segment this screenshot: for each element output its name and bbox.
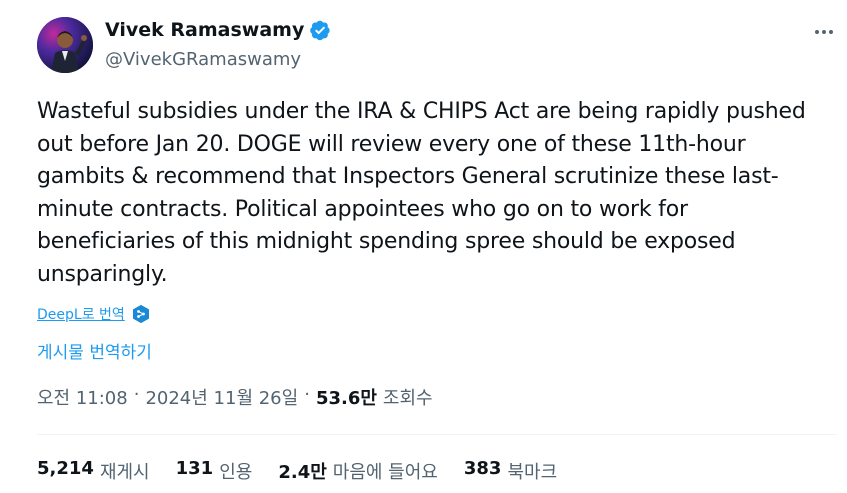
likes-stat[interactable]: 2.4만 마음에 들어요 [278,458,438,484]
retweets-stat[interactable]: 5,214 재게시 [37,458,150,484]
author-handle[interactable]: @VivekGRamaswamy [105,49,301,70]
bookmarks-stat[interactable]: 383 북마크 [464,458,557,484]
dot [815,30,819,34]
quotes-stat[interactable]: 131 인용 [176,458,253,484]
more-options-icon[interactable] [811,19,837,45]
tweet-time[interactable]: 오전 11:08 [37,384,128,410]
author-name[interactable]: Vivek Ramaswamy [105,19,304,41]
verified-badge-icon[interactable] [309,19,331,41]
likes-label: 마음에 들어요 [332,462,438,483]
tweet-text: Wasteful subsidies under the IRA & CHIPS… [37,99,806,287]
meta-separator: · [304,384,310,405]
avatar[interactable] [37,17,93,73]
bookmarks-label: 북마크 [507,462,558,483]
deepl-translate[interactable]: DeepL로 번역 [37,304,151,324]
engagement-stats: 5,214 재게시 131 인용 2.4만 마음에 들어요 383 북마크 [37,458,583,484]
bookmarks-count: 383 [463,458,502,479]
tweet-meta: 오전 11:08 · 2024년 11월 26일 · 53.6만 조회수 [37,384,433,410]
quotes-label: 인용 [219,462,253,483]
avatar-image [37,17,93,73]
retweets-count: 5,214 [37,458,94,479]
tweet-date[interactable]: 2024년 11월 26일 [145,384,298,410]
divider [37,434,836,435]
meta-separator: · [133,384,140,405]
views-label: 조회수 [382,388,433,409]
deepl-logo-icon [132,305,149,323]
quotes-count: 131 [175,458,214,479]
deepl-translate-link[interactable]: DeepL로 번역 [37,304,125,324]
dot [829,30,833,34]
dot [822,30,826,34]
likes-count: 2.4만 [278,462,327,483]
author-name-row[interactable]: Vivek Ramaswamy [105,19,331,41]
translate-post-link[interactable]: 게시물 번역하기 [37,338,152,363]
views-count: 53.6만 [315,388,377,409]
retweets-label: 재게시 [99,462,150,483]
